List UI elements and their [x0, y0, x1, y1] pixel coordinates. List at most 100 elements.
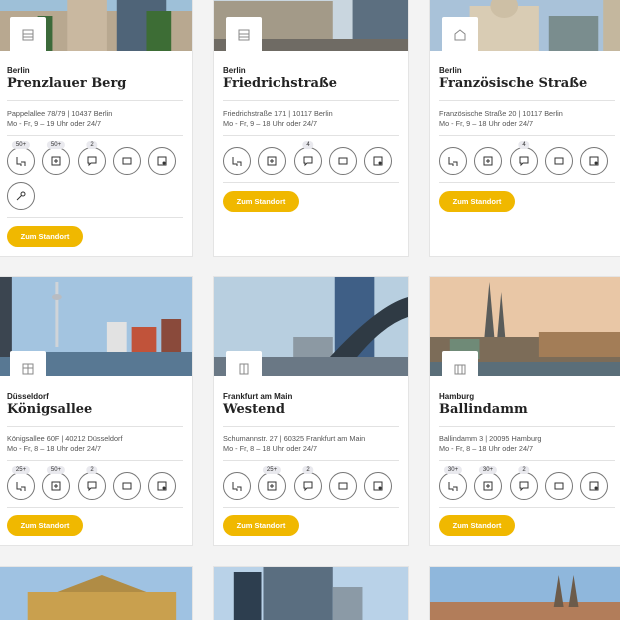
desk-service[interactable] — [223, 472, 251, 500]
desk-service[interactable] — [439, 147, 467, 175]
zum-standort-button[interactable]: Zum Standort — [439, 515, 515, 536]
whiteboard-service[interactable] — [580, 472, 608, 500]
divider — [223, 507, 399, 508]
screen-icon — [338, 482, 348, 490]
card-address: Ballindamm 3 | 20095 Hamburg — [439, 434, 542, 443]
location-card: Berlin Französische Straße Französische … — [429, 0, 620, 257]
chat-service[interactable]: 2 — [294, 466, 322, 500]
card-hours: Mo - Fr, 8 – 18 Uhr oder 24/7 — [7, 444, 102, 453]
location-card: Frankfurt am Main Westend Schumannstr. 2… — [213, 276, 409, 546]
building-icon — [226, 351, 262, 387]
divider — [223, 460, 399, 461]
divider — [439, 460, 615, 461]
people-service[interactable]: 50+ — [42, 466, 70, 500]
card-address: Königsallee 60F | 40212 Düsseldorf — [7, 434, 123, 443]
whiteboard-service[interactable] — [580, 147, 608, 175]
people-icon — [267, 156, 277, 166]
screen-icon — [554, 157, 564, 165]
key-service[interactable] — [7, 182, 35, 210]
people-service[interactable]: 30+ — [474, 466, 502, 500]
chat-icon — [519, 156, 529, 167]
zum-standort-button[interactable]: Zum Standort — [223, 191, 299, 212]
chat-icon — [303, 481, 313, 492]
zum-standort-button[interactable]: Zum Standort — [7, 515, 83, 536]
building-icon — [10, 17, 46, 53]
location-photo — [214, 567, 408, 620]
card-title: Prenzlauer Berg — [7, 76, 127, 91]
service-count: 25+ — [11, 466, 31, 474]
whiteboard-service[interactable] — [148, 147, 176, 175]
chat-service[interactable]: 4 — [294, 141, 322, 175]
whiteboard-icon — [157, 156, 167, 166]
screen-icon — [122, 482, 132, 490]
desk-icon — [448, 482, 458, 491]
zum-standort-button[interactable]: Zum Standort — [7, 226, 83, 247]
card-title: Westend — [223, 402, 285, 417]
service-count: 30+ — [443, 466, 463, 474]
screen-service[interactable] — [329, 147, 357, 175]
card-city: Berlin — [439, 66, 462, 75]
whiteboard-icon — [157, 481, 167, 491]
chat-service[interactable]: 4 — [510, 141, 538, 175]
people-service[interactable]: 25+ — [258, 466, 286, 500]
divider — [439, 426, 615, 427]
desk-service[interactable]: 30+ — [439, 466, 467, 500]
screen-service[interactable] — [329, 472, 357, 500]
location-card — [0, 566, 193, 620]
building-icon — [226, 17, 262, 53]
screen-service[interactable] — [113, 472, 141, 500]
whiteboard-service[interactable] — [364, 472, 392, 500]
desk-icon — [448, 157, 458, 166]
desk-icon — [232, 157, 242, 166]
card-hours: Mo - Fr, 9 – 18 Uhr oder 24/7 — [439, 119, 534, 128]
divider — [7, 507, 183, 508]
service-count: 2 — [518, 466, 530, 474]
location-card — [429, 566, 620, 620]
divider — [223, 100, 399, 101]
whiteboard-icon — [589, 156, 599, 166]
divider — [439, 135, 615, 136]
screen-service[interactable] — [545, 472, 573, 500]
desk-service[interactable]: 25+ — [7, 466, 35, 500]
divider — [7, 217, 183, 218]
service-count: 2 — [302, 466, 314, 474]
whiteboard-icon — [373, 481, 383, 491]
building-icon — [442, 17, 478, 53]
whiteboard-icon — [589, 481, 599, 491]
location-card: Berlin Prenzlauer Berg Pappelallee 78/79… — [0, 0, 193, 257]
desk-icon — [16, 157, 26, 166]
people-service[interactable]: 50+ — [42, 141, 70, 175]
divider — [223, 426, 399, 427]
service-count: 50+ — [46, 466, 66, 474]
people-service[interactable] — [474, 147, 502, 175]
service-count: 4 — [518, 141, 530, 149]
whiteboard-service[interactable] — [148, 472, 176, 500]
people-service[interactable] — [258, 147, 286, 175]
service-count: 2 — [86, 466, 98, 474]
service-count: 2 — [86, 141, 98, 149]
service-count: 4 — [302, 141, 314, 149]
card-hours: Mo - Fr, 8 – 18 Uhr oder 24/7 — [223, 444, 318, 453]
people-icon — [51, 156, 61, 166]
key-icon — [16, 191, 26, 201]
people-icon — [51, 481, 61, 491]
divider — [7, 460, 183, 461]
screen-service[interactable] — [113, 147, 141, 175]
location-photo — [430, 567, 620, 620]
chat-service[interactable]: 2 — [510, 466, 538, 500]
screen-service[interactable] — [545, 147, 573, 175]
divider — [7, 135, 183, 136]
whiteboard-service[interactable] — [364, 147, 392, 175]
desk-service[interactable] — [223, 147, 251, 175]
screen-icon — [338, 157, 348, 165]
divider — [439, 507, 615, 508]
card-hours: Mo - Fr, 9 – 18 Uhr oder 24/7 — [223, 119, 318, 128]
chat-service[interactable]: 2 — [78, 466, 106, 500]
location-card: Berlin Friedrichstraße Friedrichstraße 1… — [213, 0, 409, 257]
chat-icon — [87, 156, 97, 167]
zum-standort-button[interactable]: Zum Standort — [439, 191, 515, 212]
chat-service[interactable]: 2 — [78, 141, 106, 175]
zum-standort-button[interactable]: Zum Standort — [223, 515, 299, 536]
desk-service[interactable]: 50+ — [7, 141, 35, 175]
people-icon — [483, 156, 493, 166]
